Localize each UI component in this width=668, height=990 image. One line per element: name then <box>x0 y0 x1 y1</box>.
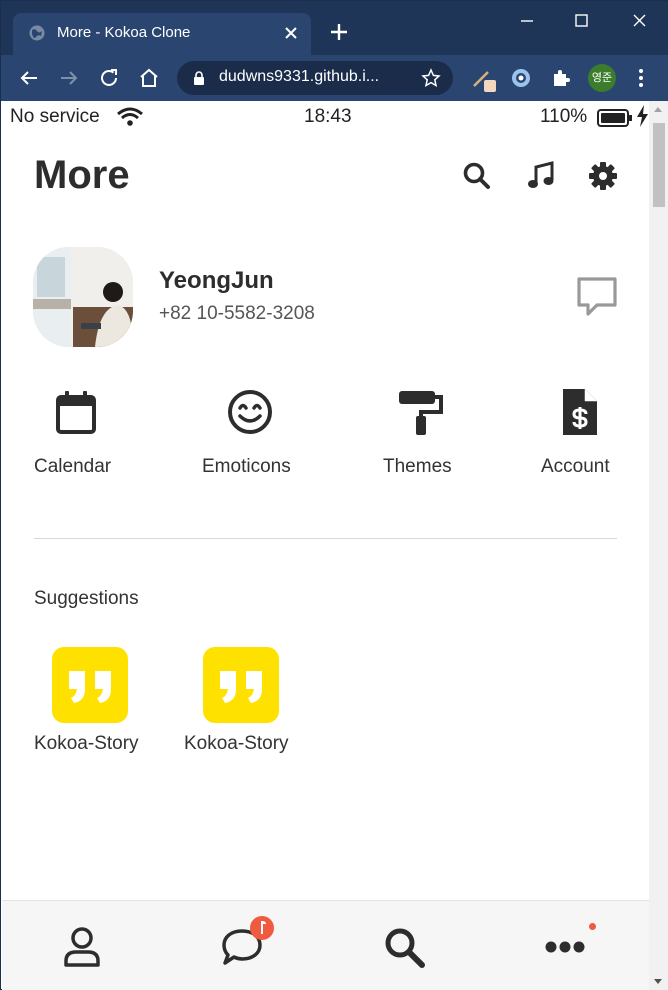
clock-text: 18:43 <box>304 106 352 127</box>
extension-circle-icon[interactable] <box>509 66 533 90</box>
browser-window: More - Kokoa Clone dudwns9331.github.i..… <box>0 0 668 990</box>
menu-item-calendar[interactable]: Calendar <box>34 388 154 488</box>
battery-icon <box>597 109 632 127</box>
suggestion-label: Kokoa-Story <box>34 733 139 754</box>
close-window-icon[interactable] <box>625 9 655 33</box>
close-tab-icon[interactable] <box>281 23 301 43</box>
quote-icon <box>52 647 128 723</box>
tab-strip: More - Kokoa Clone <box>1 1 668 55</box>
profile-name: YeongJun <box>159 267 274 294</box>
status-bar: No service 18:43 110% <box>2 101 649 133</box>
lock-icon <box>194 71 204 85</box>
bookmark-star-icon[interactable] <box>421 68 441 88</box>
menu-item-account[interactable]: Account <box>541 388 649 488</box>
search-icon[interactable] <box>382 925 426 969</box>
profile-avatar[interactable]: 영준 <box>588 64 616 92</box>
menu-label-calendar: Calendar <box>34 456 112 477</box>
invoice-dollar-icon <box>563 389 597 435</box>
gear-icon[interactable] <box>588 161 618 191</box>
wifi-icon <box>117 107 143 126</box>
charging-bolt-icon <box>637 105 648 127</box>
avatar[interactable] <box>33 247 133 347</box>
notification-dot <box>589 923 596 930</box>
menu-label-themes: Themes <box>383 456 452 477</box>
browser-tab[interactable]: More - Kokoa Clone <box>13 13 311 55</box>
carrier-text: No service <box>10 106 100 127</box>
extensions-puzzle-icon[interactable] <box>549 66 573 90</box>
url-text: dudwns9331.github.i... <box>219 68 380 85</box>
smile-icon <box>228 390 272 434</box>
music-icon[interactable] <box>526 161 556 191</box>
divider <box>34 538 617 539</box>
scrollbar[interactable] <box>649 101 668 990</box>
suggestion-label: Kokoa-Story <box>184 733 289 754</box>
notification-badge <box>250 916 274 940</box>
page-title: More <box>34 153 130 197</box>
paint-roller-icon <box>399 391 443 435</box>
scroll-up-icon[interactable] <box>654 107 662 112</box>
extension-pencil-icon[interactable] <box>471 64 499 92</box>
quote-icon <box>203 647 279 723</box>
globe-icon <box>29 25 45 41</box>
home-icon[interactable] <box>137 66 161 90</box>
minimize-icon[interactable] <box>513 9 543 33</box>
menu-label-emoticons: Emoticons <box>202 456 291 477</box>
menu-kebab-icon[interactable] <box>629 66 653 90</box>
reload-icon[interactable] <box>97 66 121 90</box>
menu-item-emoticons[interactable]: Emoticons <box>202 388 322 488</box>
profile-phone: +82 10-5582-3208 <box>159 303 315 324</box>
scroll-down-icon[interactable] <box>654 979 662 984</box>
forward-icon[interactable] <box>57 66 81 90</box>
bottom-nav <box>2 900 649 990</box>
page-viewport: No service 18:43 110% More YeongJun +82 … <box>2 101 649 990</box>
battery-percent: 110% <box>540 106 588 127</box>
back-icon[interactable] <box>17 66 41 90</box>
menu-label-account: Account <box>541 456 610 477</box>
ellipsis-icon[interactable] <box>543 925 587 969</box>
new-tab-icon[interactable] <box>328 21 350 43</box>
profile-photo-image <box>33 247 133 347</box>
calendar-icon <box>56 391 96 434</box>
chat-bubble-icon[interactable] <box>576 276 618 318</box>
user-icon[interactable] <box>60 925 104 969</box>
tab-title: More - Kokoa Clone <box>57 24 191 41</box>
browser-toolbar: dudwns9331.github.i... 영준 <box>1 55 668 101</box>
maximize-icon[interactable] <box>567 9 597 33</box>
menu-item-themes[interactable]: Themes <box>383 388 503 488</box>
suggestions-heading: Suggestions <box>34 588 139 609</box>
search-icon[interactable] <box>462 161 492 191</box>
address-bar[interactable]: dudwns9331.github.i... <box>177 61 453 95</box>
scroll-thumb[interactable] <box>653 123 665 207</box>
badge-mark <box>261 921 266 934</box>
